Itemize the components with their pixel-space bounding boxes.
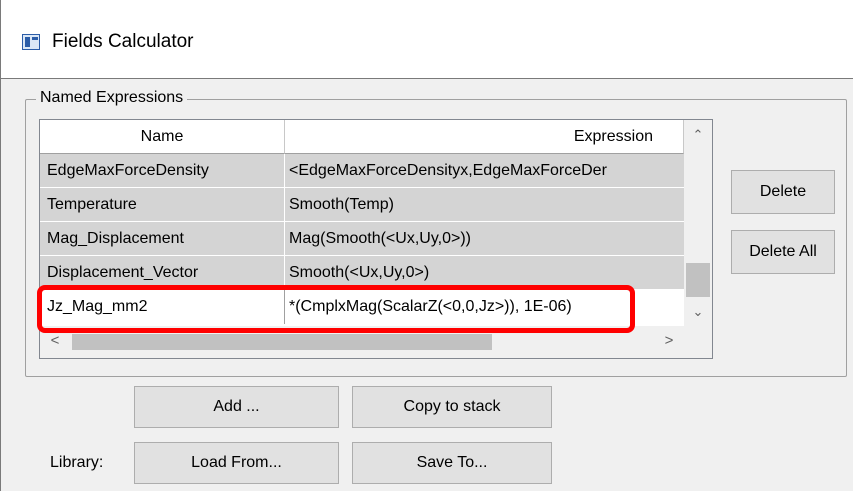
row-expression-cell[interactable]: Smooth(<Ux,Uy,0>) <box>285 256 684 289</box>
horizontal-scrollbar[interactable]: < > <box>40 326 684 358</box>
table-row[interactable]: Mag_Displacement Mag(Smooth(<Ux,Uy,0>)) <box>40 222 684 256</box>
table-row[interactable]: Temperature Smooth(Temp) <box>40 188 684 222</box>
delete-button[interactable]: Delete <box>731 170 835 214</box>
row-name-cell[interactable]: Mag_Displacement <box>40 222 285 255</box>
table-row[interactable]: EdgeMaxForceDensity <EdgeMaxForceDensity… <box>40 154 684 188</box>
scroll-up-icon[interactable]: ⌃ <box>684 120 712 150</box>
row-name-cell[interactable]: Temperature <box>40 188 285 221</box>
row-expression-cell[interactable]: <EdgeMaxForceDensityx,EdgeMaxForceDer <box>285 154 684 187</box>
row-name-cell[interactable]: EdgeMaxForceDensity <box>40 154 285 187</box>
row-expression-cell[interactable]: *(CmplxMag(ScalarZ(<0,0,Jz>)), 1E-06) <box>285 290 684 324</box>
load-from-button[interactable]: Load From... <box>134 442 339 484</box>
save-to-button[interactable]: Save To... <box>352 442 552 484</box>
column-header-expression[interactable]: Expression <box>285 120 684 154</box>
column-header-name[interactable]: Name <box>40 120 285 154</box>
named-expressions-table[interactable]: Name Expression EdgeMaxForceDensity <Edg… <box>39 119 713 359</box>
copy-to-stack-button[interactable]: Copy to stack <box>352 386 552 428</box>
add-button[interactable]: Add ... <box>134 386 339 428</box>
named-expressions-label: Named Expressions <box>36 89 188 107</box>
table-row-selected[interactable]: Jz_Mag_mm2 *(CmplxMag(ScalarZ(<0,0,Jz>))… <box>40 290 684 324</box>
window-title: Fields Calculator <box>52 31 194 52</box>
scroll-left-icon[interactable]: < <box>40 326 70 358</box>
vertical-scroll-thumb[interactable] <box>686 263 710 297</box>
delete-all-button[interactable]: Delete All <box>731 230 835 274</box>
row-expression-cell[interactable]: Mag(Smooth(<Ux,Uy,0>)) <box>285 222 684 255</box>
title-bar: Fields Calculator <box>0 0 853 78</box>
library-label: Library: <box>50 454 104 471</box>
vertical-scrollbar[interactable]: ⌃ ⌄ <box>684 120 712 326</box>
table-row[interactable]: Displacement_Vector Smooth(<Ux,Uy,0>) <box>40 256 684 290</box>
scroll-down-icon[interactable]: ⌄ <box>684 298 712 326</box>
horizontal-scroll-thumb[interactable] <box>72 334 492 350</box>
window-left-border <box>0 0 1 491</box>
scroll-right-icon[interactable]: > <box>654 326 684 358</box>
row-name-cell[interactable]: Jz_Mag_mm2 <box>40 290 285 324</box>
row-name-cell[interactable]: Displacement_Vector <box>40 256 285 289</box>
scrollbar-corner <box>684 326 712 358</box>
calculator-window-icon <box>22 34 40 50</box>
row-expression-cell[interactable]: Smooth(Temp) <box>285 188 684 221</box>
